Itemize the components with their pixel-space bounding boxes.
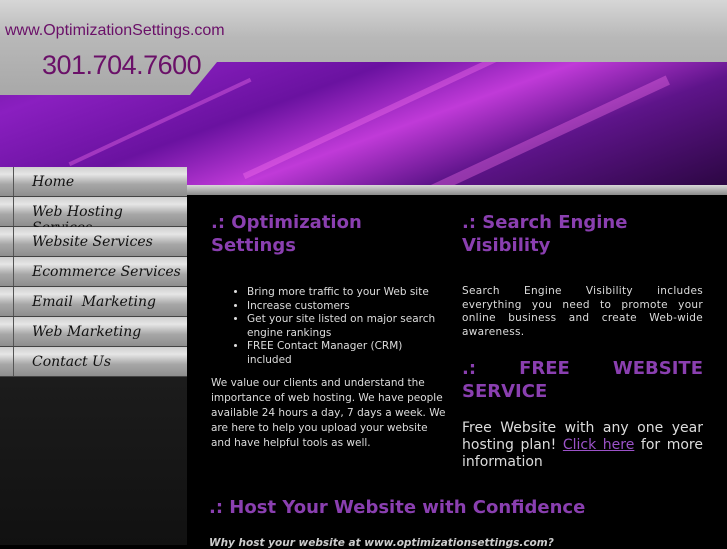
nav-label: Contact Us bbox=[32, 354, 112, 370]
benefits-list: Bring more traffic to your Web site Incr… bbox=[247, 286, 449, 367]
nav-contact-us[interactable]: Contact Us bbox=[0, 347, 187, 377]
section-body: Search Engine Visibility includes everyt… bbox=[462, 285, 703, 338]
free-website-title: .: FREE WEBSITE SERVICE bbox=[462, 358, 703, 402]
header-banner: www.OptimizationSettings.com 301.704.760… bbox=[0, 0, 727, 190]
nav-label: Website Services bbox=[32, 234, 153, 250]
header-divider bbox=[187, 185, 727, 195]
nav-label: Home bbox=[32, 174, 75, 190]
section-body: We value our clients and understand the … bbox=[211, 377, 446, 449]
site-url: www.OptimizationSettings.com bbox=[5, 22, 225, 39]
sidebar-nav: Home Web Hosting Services Website Servic… bbox=[0, 167, 187, 545]
nav-label: Web Marketing bbox=[32, 324, 142, 340]
section-title: .: Search Engine Visibility bbox=[462, 212, 628, 256]
list-item: FREE Contact Manager (CRM) included bbox=[247, 340, 449, 367]
host-question: Why host your website at www.optimizatio… bbox=[209, 537, 554, 549]
nav-email-marketing[interactable]: Email Marketing bbox=[0, 287, 187, 317]
phone-number: 301.704.7600 bbox=[42, 50, 202, 80]
nav-home[interactable]: Home bbox=[0, 167, 187, 197]
visibility-section: .: Search Engine Visibility Search Engin… bbox=[462, 211, 703, 471]
click-here-link[interactable]: Click here bbox=[563, 437, 634, 453]
nav-web-hosting-services[interactable]: Web Hosting Services bbox=[0, 197, 187, 236]
list-item: Increase customers bbox=[247, 300, 449, 314]
nav-label: Email Marketing bbox=[32, 294, 156, 310]
nav-label: Ecommerce Services bbox=[32, 264, 181, 280]
free-website-text: Free Website with any one year hosting p… bbox=[462, 420, 703, 471]
optimization-section: .: Optimization Settings Bring more traf… bbox=[211, 211, 449, 451]
section-title: .: Optimization Settings bbox=[211, 212, 362, 256]
host-title: .: Host Your Website with Confidence bbox=[209, 497, 586, 518]
list-item: Bring more traffic to your Web site bbox=[247, 286, 449, 300]
main-content: .: Optimization Settings Bring more traf… bbox=[187, 195, 727, 549]
list-item: Get your site listed on major search eng… bbox=[247, 313, 449, 340]
nav-web-marketing[interactable]: Web Marketing bbox=[0, 317, 187, 347]
nav-website-services[interactable]: Website Services bbox=[0, 227, 187, 257]
nav-ecommerce-services[interactable]: Ecommerce Services bbox=[0, 257, 187, 287]
